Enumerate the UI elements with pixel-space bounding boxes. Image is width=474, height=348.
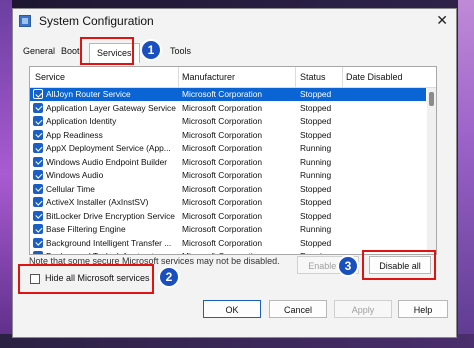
service-status: Stopped (300, 197, 332, 207)
column-divider[interactable] (178, 67, 179, 87)
service-row[interactable]: BitLocker Drive Encryption Service Micros… (30, 210, 426, 223)
column-header-status[interactable]: Status (300, 72, 326, 82)
desktop-wallpaper-right (458, 0, 474, 348)
checkbox-box[interactable] (30, 274, 40, 284)
column-header-service[interactable]: Service (35, 72, 65, 82)
service-row[interactable]: Windows Audio Endpoint Builder Microsoft … (30, 156, 426, 169)
service-manufacturer: Microsoft Corporation (182, 197, 263, 207)
apply-button[interactable]: Apply (334, 300, 392, 318)
service-name: Application Identity (46, 116, 117, 126)
close-icon[interactable]: ✕ (436, 12, 448, 29)
service-row[interactable]: AllJoyn Router Service Microsoft Corporat… (30, 88, 426, 101)
service-manufacturer: Microsoft Corporation (182, 89, 263, 99)
column-divider[interactable] (295, 67, 296, 87)
service-status: Running (300, 251, 342, 254)
service-status: Running (300, 143, 332, 153)
service-status: Stopped (300, 183, 332, 194)
disable-all-button[interactable]: Disable all (369, 256, 431, 274)
service-status: Running (300, 170, 332, 180)
help-button[interactable]: Help (398, 300, 448, 318)
column-header-date-disabled[interactable]: Date Disabled (346, 72, 403, 82)
hide-microsoft-services-label: Hide all Microsoft services (45, 273, 150, 283)
service-checkbox[interactable] (33, 237, 43, 248)
service-checkbox[interactable] (33, 210, 43, 221)
service-checkbox[interactable] (33, 116, 43, 126)
service-checkbox[interactable] (33, 170, 43, 180)
service-row[interactable]: Application Identity Microsoft Corporatio… (30, 115, 426, 128)
service-manufacturer: Microsoft Corporation (182, 156, 263, 167)
service-name: Cellular Time (46, 183, 95, 194)
tab-bar: General Boot Services Tools (19, 43, 449, 65)
service-status: Stopped (300, 116, 332, 126)
tab-tools[interactable]: Tools (170, 46, 191, 56)
column-header-manufacturer[interactable]: Manufacturer (182, 72, 235, 82)
service-status: Stopped (300, 89, 332, 99)
service-status: Stopped (300, 237, 332, 248)
service-checkbox[interactable] (33, 129, 43, 140)
system-configuration-window: System Configuration ✕ General Boot Serv… (12, 8, 457, 338)
service-row[interactable]: AppX Deployment Service (App... Microsoft… (30, 142, 426, 155)
services-list: Service Manufacturer Status Date Disable… (29, 66, 437, 255)
service-manufacturer: Microsoft Corporation (182, 224, 263, 234)
tab-boot[interactable]: Boot (61, 46, 80, 56)
service-checkbox[interactable] (33, 156, 43, 167)
service-status: Running (300, 224, 332, 234)
service-row[interactable]: Windows Audio Microsoft Corporation Runnin… (30, 169, 426, 182)
service-name: Base Filtering Engine (46, 224, 126, 234)
service-checkbox[interactable] (33, 143, 43, 153)
desktop-wallpaper-left (0, 0, 12, 348)
service-checkbox[interactable] (33, 183, 43, 194)
window-title: System Configuration (39, 14, 154, 28)
service-checkbox[interactable] (33, 102, 43, 113)
service-row[interactable]: Background Tasks Infrastructure ... Micro… (30, 250, 426, 254)
service-status: Stopped (300, 102, 332, 113)
tab-general[interactable]: General (23, 46, 55, 56)
service-checkbox[interactable] (33, 251, 43, 254)
service-name: AppX Deployment Service (App... (46, 143, 171, 153)
service-manufacturer: Microsoft Corporation (182, 170, 263, 180)
service-status: Running (300, 156, 332, 167)
service-row[interactable]: ActiveX Installer (AxInstSV) Microsoft Co… (30, 196, 426, 209)
service-manufacturer: Microsoft Corporation (182, 210, 263, 221)
service-name: Windows Audio (46, 170, 104, 180)
service-checkbox[interactable] (33, 224, 43, 234)
tab-services[interactable]: Services (89, 43, 140, 63)
note-text: Note that some secure Microsoft services… (29, 256, 280, 266)
service-name: Background Intelligent Transfer ... (46, 237, 172, 248)
service-manufacturer: Microsoft Corporation (182, 116, 263, 126)
service-name: Application Layer Gateway Service (46, 102, 176, 113)
column-divider[interactable] (342, 67, 343, 87)
service-manufacturer: Microsoft Corporation (182, 183, 263, 194)
service-name: App Readiness (46, 129, 103, 140)
callout-1-badge: 1 (140, 39, 162, 61)
service-row[interactable]: Base Filtering Engine Microsoft Corporati… (30, 223, 426, 236)
service-checkbox[interactable] (33, 89, 43, 99)
service-manufacturer: Microsoft Corporation (182, 251, 294, 254)
callout-2-badge: 2 (158, 266, 180, 288)
system-config-icon (19, 15, 31, 27)
service-row[interactable]: Cellular Time Microsoft Corporation Stoppe… (30, 183, 426, 196)
vertical-scrollbar[interactable] (427, 88, 436, 254)
service-name: ActiveX Installer (AxInstSV) (46, 197, 149, 207)
service-name: BitLocker Drive Encryption Service (46, 210, 175, 221)
service-name: Background Tasks Infrastructure ... (46, 251, 176, 254)
service-row[interactable]: Application Layer Gateway Service Microso… (30, 102, 426, 115)
ok-button[interactable]: OK (203, 300, 261, 318)
service-manufacturer: Microsoft Corporation (182, 237, 263, 248)
scrollbar-thumb[interactable] (429, 92, 434, 106)
service-status: Stopped (300, 210, 332, 221)
service-row[interactable]: Background Intelligent Transfer ... Micro… (30, 237, 426, 250)
service-status: Stopped (300, 129, 332, 140)
service-manufacturer: Microsoft Corporation (182, 129, 263, 140)
service-name: AllJoyn Router Service (46, 89, 131, 99)
service-name: Windows Audio Endpoint Builder (46, 156, 168, 167)
service-manufacturer: Microsoft Corporation (182, 143, 263, 153)
cancel-button[interactable]: Cancel (269, 300, 327, 318)
service-checkbox[interactable] (33, 197, 43, 207)
service-row[interactable]: App Readiness Microsoft Corporation Stoppe… (30, 129, 426, 142)
title-bar: System Configuration ✕ (13, 9, 456, 33)
services-list-header: Service Manufacturer Status Date Disable… (30, 67, 436, 88)
service-manufacturer: Microsoft Corporation (182, 102, 263, 113)
callout-3-badge: 3 (337, 255, 359, 277)
